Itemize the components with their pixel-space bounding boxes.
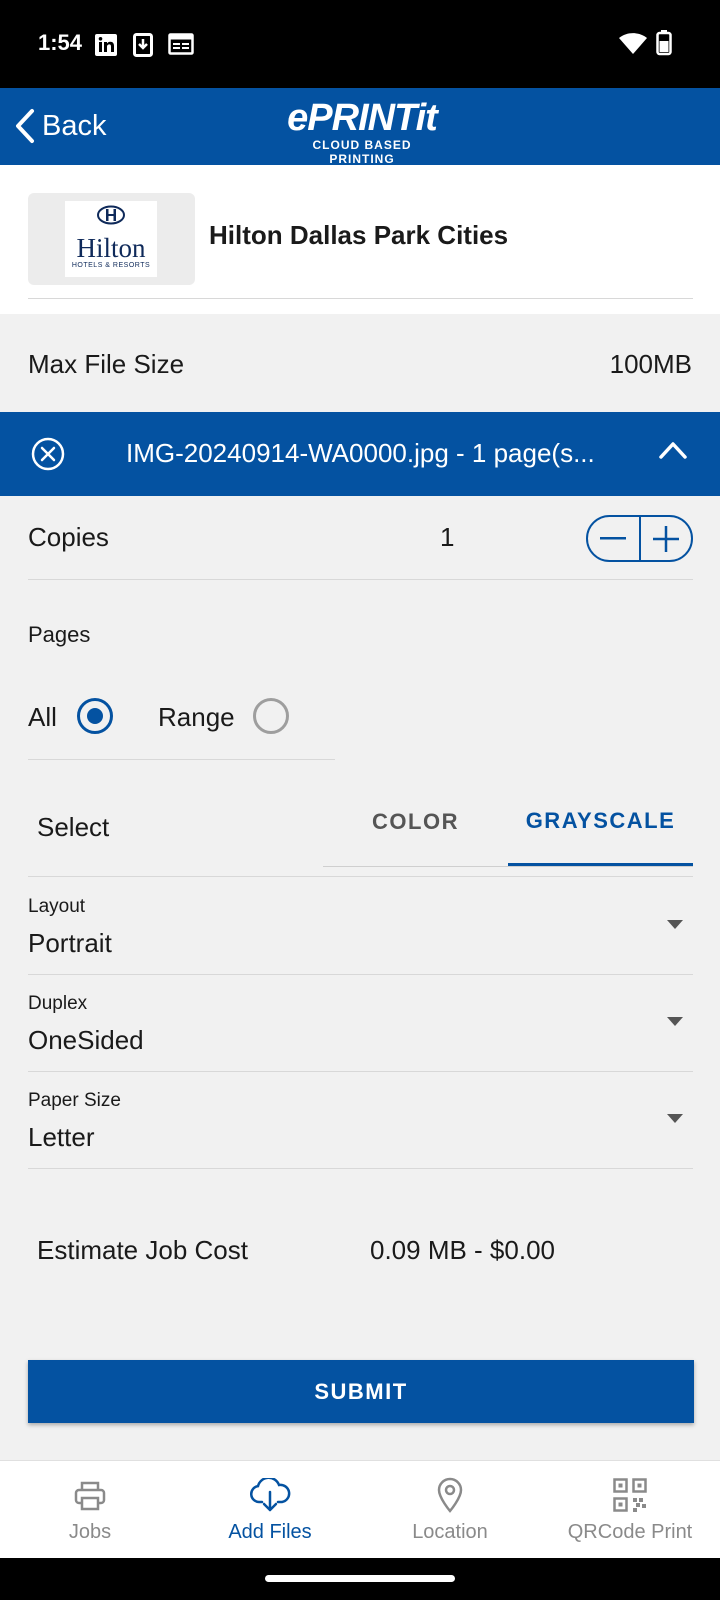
radio-all-label: All <box>28 702 57 732</box>
dropdown-arrow-icon <box>667 920 683 929</box>
file-header: IMG-20240914-WA0000.jpg - 1 page(s... <box>0 412 720 496</box>
tab-grayscale[interactable]: GRAYSCALE <box>508 778 693 866</box>
chevron-up-icon[interactable] <box>658 440 688 460</box>
color-select-row: Select COLOR GRAYSCALE <box>28 778 693 877</box>
copies-stepper <box>586 515 693 562</box>
status-bar: 1:54 <box>0 0 720 88</box>
submit-button[interactable]: SUBMIT <box>28 1360 694 1423</box>
hotel-logo: Hilton HOTELS & RESORTS <box>28 193 195 285</box>
wifi-icon <box>619 33 647 54</box>
decrement-button[interactable] <box>588 517 639 560</box>
nav-qrcode-print-label: QRCode Print <box>567 1521 693 1543</box>
pages-label: Pages <box>28 622 91 647</box>
nav-add-files[interactable]: Add Files <box>180 1461 360 1558</box>
estimate-value: 0.09 MB - $0.00 <box>370 1235 555 1265</box>
radio-range[interactable] <box>253 698 289 734</box>
radio-range-label: Range <box>158 702 235 732</box>
nav-add-files-label: Add Files <box>228 1521 312 1543</box>
hilton-logo-text: Hilton <box>76 233 146 263</box>
copies-row: Copies 1 <box>28 497 693 580</box>
back-button[interactable]: Back <box>14 106 106 146</box>
file-name: IMG-20240914-WA0000.jpg - 1 page(s... <box>126 438 595 468</box>
location-name: Hilton Dallas Park Cities <box>209 220 509 250</box>
status-time: 1:54 <box>38 30 83 55</box>
copies-value: 1 <box>440 522 455 552</box>
linkedin-icon <box>95 34 117 56</box>
nav-qrcode-print[interactable]: QRCode Print <box>540 1461 720 1558</box>
hilton-emblem-icon <box>97 205 125 225</box>
home-gesture-handle[interactable] <box>265 1575 455 1582</box>
qr-code-icon <box>613 1478 647 1512</box>
location-pin-icon <box>437 1477 463 1513</box>
duplex-dropdown[interactable]: Duplex OneSided <box>28 975 693 1072</box>
back-label: Back <box>42 109 107 142</box>
minus-icon <box>600 536 627 539</box>
paper-size-value: Letter <box>28 1122 95 1152</box>
max-file-size-value: 100MB <box>609 349 692 379</box>
chevron-left-icon <box>16 109 34 143</box>
nav-jobs-label: Jobs <box>68 1521 112 1543</box>
location-card: Hilton HOTELS & RESORTS Hilton Dallas Pa… <box>0 165 720 314</box>
max-file-size-row: Max File Size 100MB <box>0 315 720 411</box>
remove-file-icon[interactable] <box>30 436 66 472</box>
app-bar: Back ePRINTit CLOUD BASED PRINTING <box>0 88 720 166</box>
dropdown-arrow-icon <box>667 1114 683 1123</box>
printer-icon <box>74 1481 106 1511</box>
divider <box>28 298 693 299</box>
duplex-label: Duplex <box>28 993 88 1014</box>
increment-button[interactable] <box>641 517 692 560</box>
copies-label: Copies <box>28 522 109 552</box>
nav-location[interactable]: Location <box>360 1461 540 1558</box>
gesture-bar <box>0 1558 720 1600</box>
download-icon <box>133 33 153 57</box>
calendar-icon <box>168 33 194 55</box>
cloud-download-icon <box>250 1478 291 1512</box>
pages-radio-group: All Range <box>28 690 335 760</box>
plus-icon <box>652 525 679 552</box>
paper-size-label: Paper Size <box>28 1090 121 1111</box>
logo-sub-text: CLOUD BASED PRINTING <box>312 138 412 166</box>
layout-label: Layout <box>28 896 86 917</box>
nav-jobs[interactable]: Jobs <box>0 1461 180 1558</box>
paper-size-dropdown[interactable]: Paper Size Letter <box>28 1072 693 1169</box>
layout-dropdown[interactable]: Layout Portrait <box>28 878 693 975</box>
color-tabs: COLOR GRAYSCALE <box>323 778 693 867</box>
duplex-value: OneSided <box>28 1025 144 1055</box>
dropdown-arrow-icon <box>667 1017 683 1026</box>
nav-location-label: Location <box>412 1521 488 1543</box>
estimate-label: Estimate Job Cost <box>37 1235 248 1265</box>
battery-icon <box>656 30 672 56</box>
layout-value: Portrait <box>28 928 112 958</box>
tab-color[interactable]: COLOR <box>323 778 508 866</box>
hilton-logo-sub: HOTELS & RESORTS <box>71 262 151 269</box>
select-label: Select <box>37 812 110 842</box>
radio-all[interactable] <box>77 698 113 734</box>
logo-main-text: ePRINTit <box>287 97 438 139</box>
eprintit-logo: ePRINTit CLOUD BASED PRINTING <box>282 98 442 166</box>
max-file-size-label: Max File Size <box>28 349 185 379</box>
bottom-nav: Jobs Add Files Location QRCode Print <box>0 1460 720 1558</box>
